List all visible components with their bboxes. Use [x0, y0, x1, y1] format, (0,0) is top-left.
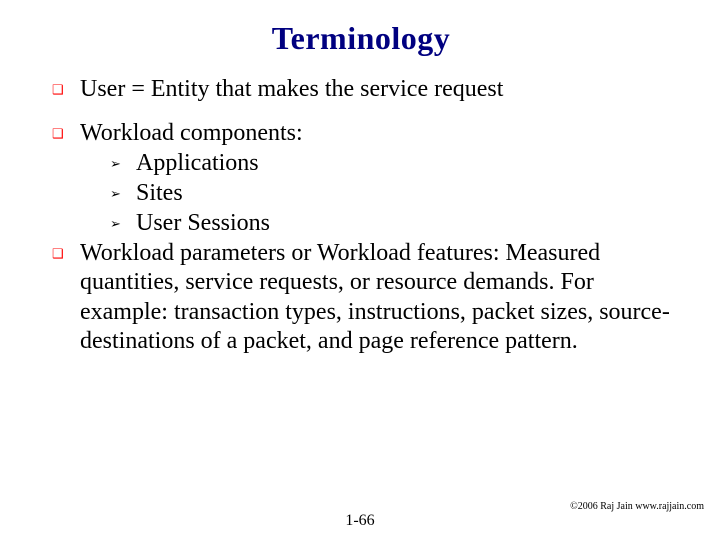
square-bullet-icon: ❑	[52, 119, 80, 149]
bullet-item: ❑ Workload components:	[52, 119, 670, 149]
slide-body: ❑ User = Entity that makes the service r…	[52, 75, 670, 356]
square-bullet-icon: ❑	[52, 239, 80, 356]
bullet-item: ❑ User = Entity that makes the service r…	[52, 75, 670, 105]
sub-bullet-text: Applications	[136, 149, 670, 179]
page-number: 1-66	[0, 512, 720, 530]
triangle-bullet-icon: ➢	[110, 179, 136, 209]
sub-bullet-item: ➢ User Sessions	[110, 209, 670, 239]
triangle-bullet-icon: ➢	[110, 149, 136, 179]
bullet-text: User = Entity that makes the service req…	[80, 75, 670, 105]
square-bullet-icon: ❑	[52, 75, 80, 105]
sub-bullet-item: ➢ Sites	[110, 179, 670, 209]
triangle-bullet-icon: ➢	[110, 209, 136, 239]
sub-bullet-item: ➢ Applications	[110, 149, 670, 179]
sub-bullet-text: Sites	[136, 179, 670, 209]
bullet-text: Workload parameters or Workload features…	[80, 239, 670, 356]
slide: Terminology ❑ User = Entity that makes t…	[0, 0, 720, 540]
copyright-text: ©2006 Raj Jain www.rajjain.com	[570, 501, 704, 512]
bullet-item: ❑ Workload parameters or Workload featur…	[52, 239, 670, 356]
sub-bullet-text: User Sessions	[136, 209, 670, 239]
bullet-text: Workload components:	[80, 119, 670, 149]
slide-title: Terminology	[52, 20, 670, 57]
